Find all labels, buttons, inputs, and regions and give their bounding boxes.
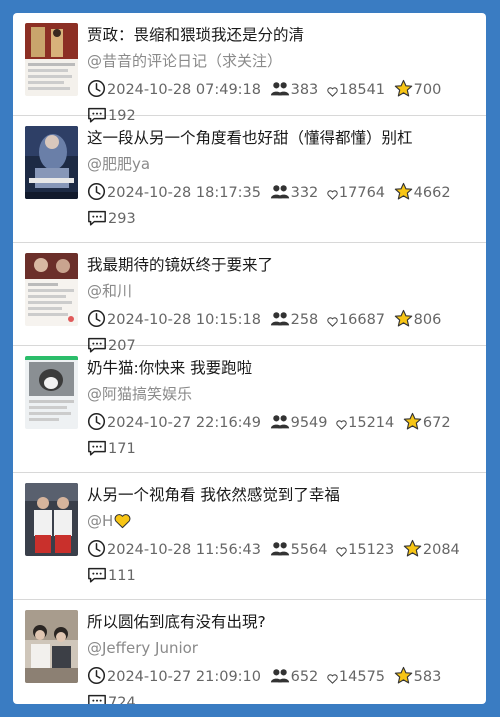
video-thumbnail[interactable] <box>25 610 78 683</box>
video-thumbnail[interactable] <box>25 483 78 556</box>
yellow-heart-icon <box>114 513 131 535</box>
list-item[interactable]: 从另一个视角看 我依然感觉到了幸福 @H 2024-10-28 11:56:43… <box>13 473 486 600</box>
like-count: 18541 <box>338 82 386 98</box>
video-stats: 2024-10-28 18:17:35 332 17764 4662 293 <box>87 182 479 234</box>
fan-count: 652 <box>290 669 319 685</box>
video-author[interactable]: @肥肥ya <box>87 153 150 175</box>
clock-icon <box>87 79 106 105</box>
video-author[interactable]: @昔音的评论日记（求关注） <box>87 50 282 72</box>
clock-icon <box>87 412 106 438</box>
video-title[interactable]: 奶牛猫:你快来 我要跑啦 <box>87 357 477 379</box>
publish-time: 2024-10-28 11:56:43 <box>107 542 261 558</box>
heart-icon <box>336 416 347 438</box>
fan-count: 383 <box>290 82 319 98</box>
star-icon <box>394 182 413 208</box>
comment-icon <box>87 566 107 591</box>
video-stats: 2024-10-28 11:56:43 5564 15123 2084 111 <box>87 539 479 591</box>
publish-time: 2024-10-27 22:16:49 <box>107 415 261 431</box>
video-thumbnail[interactable] <box>25 253 78 326</box>
publish-time: 2024-10-28 10:15:18 <box>107 312 261 328</box>
comment-icon <box>87 693 107 704</box>
fan-count: 332 <box>290 185 319 201</box>
like-count: 15214 <box>348 415 395 431</box>
comment-count: 111 <box>108 568 136 584</box>
clock-icon <box>87 666 106 692</box>
author-name: @H <box>87 512 114 530</box>
video-title[interactable]: 这一段从另一个角度看也好甜（懂得都懂）别杠 <box>87 127 477 149</box>
like-count: 16687 <box>338 312 386 328</box>
publish-time: 2024-10-28 18:17:35 <box>107 185 261 201</box>
video-thumbnail[interactable] <box>25 23 78 96</box>
star-icon <box>394 309 413 335</box>
fan-count: 5564 <box>290 542 328 558</box>
video-author[interactable]: @H <box>87 510 131 535</box>
video-author[interactable]: @阿猫搞笑娱乐 <box>87 383 192 405</box>
favorite-count: 672 <box>422 415 451 431</box>
like-count: 17764 <box>338 185 386 201</box>
fan-count: 258 <box>290 312 319 328</box>
video-thumbnail[interactable] <box>25 356 78 429</box>
comment-icon <box>87 209 107 234</box>
heart-icon <box>327 313 338 335</box>
favorite-count: 2084 <box>422 542 460 558</box>
comment-count: 293 <box>108 211 136 227</box>
star-icon <box>403 412 422 438</box>
video-title[interactable]: 从另一个视角看 我依然感觉到了幸福 <box>87 484 477 506</box>
video-list-panel: 贾政：畏缩和猥琐我还是分的清 @昔音的评论日记（求关注） 2024-10-28 … <box>13 13 486 704</box>
publish-time: 2024-10-28 07:49:18 <box>107 82 261 98</box>
heart-icon <box>327 670 338 692</box>
video-thumbnail[interactable] <box>25 126 78 199</box>
people-icon <box>270 540 290 565</box>
clock-icon <box>87 182 106 208</box>
clock-icon <box>87 539 106 565</box>
heart-icon <box>336 543 347 565</box>
list-item[interactable]: 奶牛猫:你快来 我要跑啦 @阿猫搞笑娱乐 2024-10-27 22:16:49… <box>13 346 486 473</box>
people-icon <box>270 310 290 335</box>
comment-count: 171 <box>108 441 136 457</box>
people-icon <box>270 80 290 105</box>
people-icon <box>270 667 290 692</box>
video-title[interactable]: 贾政：畏缩和猥琐我还是分的清 <box>87 24 477 46</box>
fan-count: 9549 <box>290 415 328 431</box>
video-title[interactable]: 我最期待的镜妖终于要来了 <box>87 254 477 276</box>
star-icon <box>394 79 413 105</box>
comment-icon <box>87 439 107 464</box>
video-author[interactable]: @Jeffery Junior <box>87 637 198 659</box>
list-item[interactable]: 贾政：畏缩和猥琐我还是分的清 @昔音的评论日记（求关注） 2024-10-28 … <box>13 13 486 124</box>
people-icon <box>270 413 290 438</box>
list-item[interactable]: 这一段从另一个角度看也好甜（懂得都懂）别杠 @肥肥ya 2024-10-28 1… <box>13 116 486 243</box>
video-author[interactable]: @和川 <box>87 280 132 302</box>
comment-count: 724 <box>108 695 136 704</box>
clock-icon <box>87 309 106 335</box>
like-count: 14575 <box>338 669 386 685</box>
favorite-count: 806 <box>413 312 442 328</box>
publish-time: 2024-10-27 21:09:10 <box>107 669 261 685</box>
favorite-count: 700 <box>413 82 442 98</box>
favorite-count: 583 <box>413 669 442 685</box>
favorite-count: 4662 <box>413 185 451 201</box>
list-item[interactable]: 所以圆佑到底有没有出現? @Jeffery Junior 2024-10-27 … <box>13 600 486 704</box>
heart-icon <box>327 186 338 208</box>
video-stats: 2024-10-27 22:16:49 9549 15214 672 171 <box>87 412 479 464</box>
like-count: 15123 <box>348 542 395 558</box>
list-item[interactable]: 我最期待的镜妖终于要来了 @和川 2024-10-28 10:15:18 258… <box>13 243 486 354</box>
star-icon <box>403 539 422 565</box>
video-title[interactable]: 所以圆佑到底有没有出現? <box>87 611 477 633</box>
video-stats: 2024-10-27 21:09:10 652 14575 583 724 <box>87 666 479 704</box>
heart-icon <box>327 83 338 105</box>
people-icon <box>270 183 290 208</box>
star-icon <box>394 666 413 692</box>
